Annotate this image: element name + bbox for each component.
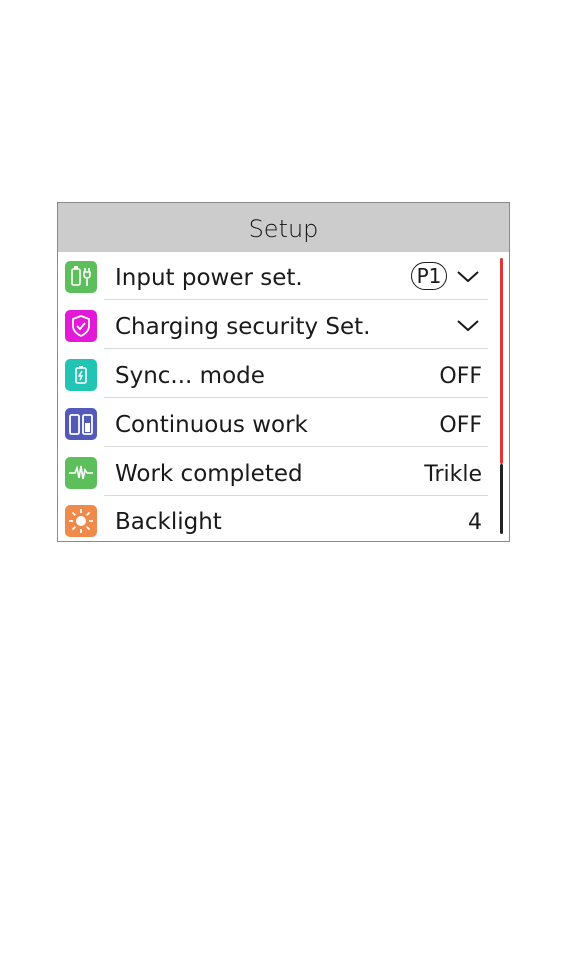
power-profile-badge: P1: [411, 262, 447, 290]
menu-item-label: Input power set.: [115, 265, 303, 291]
menu-item-value: 4: [468, 510, 482, 535]
divider: [104, 397, 488, 398]
chevron-down-icon[interactable]: [456, 315, 480, 335]
menu-item-value: OFF: [439, 364, 482, 389]
menu-item-value: OFF: [439, 413, 482, 438]
dual-battery-icon: [65, 408, 97, 440]
menu-item-label: Work completed: [115, 461, 303, 487]
menu-item-value: Trikle: [424, 462, 482, 487]
setup-panel: Setup Input power set. P1 Charging secur…: [57, 202, 510, 542]
menu-item-sync-mode[interactable]: Sync... mode OFF: [58, 350, 490, 398]
menu-item-label: Sync... mode: [115, 363, 265, 389]
shield-check-icon: [65, 310, 97, 342]
power-plug-icon: [65, 261, 97, 293]
sun-icon: [65, 505, 97, 537]
menu-item-input-power[interactable]: Input power set. P1: [58, 252, 490, 300]
sync-battery-icon: [65, 359, 97, 391]
waveform-icon: [65, 457, 97, 489]
menu-item-label: Charging security Set.: [115, 314, 371, 340]
divider: [104, 299, 488, 300]
menu-item-continuous-work[interactable]: Continuous work OFF: [58, 399, 490, 447]
menu-item-label: Backlight: [115, 509, 222, 535]
menu-item-backlight[interactable]: Backlight 4: [58, 496, 490, 544]
menu-item-work-completed[interactable]: Work completed Trikle: [58, 448, 490, 496]
menu-item-label: Continuous work: [115, 412, 308, 438]
divider: [104, 446, 488, 447]
scrollbar-track-rest: [500, 464, 503, 534]
scrollbar[interactable]: [500, 258, 503, 534]
scrollbar-thumb[interactable]: [500, 258, 503, 464]
page-title: Setup: [58, 203, 509, 252]
chevron-down-icon[interactable]: [456, 266, 480, 286]
menu-item-charging-security[interactable]: Charging security Set.: [58, 301, 490, 349]
divider: [104, 348, 488, 349]
